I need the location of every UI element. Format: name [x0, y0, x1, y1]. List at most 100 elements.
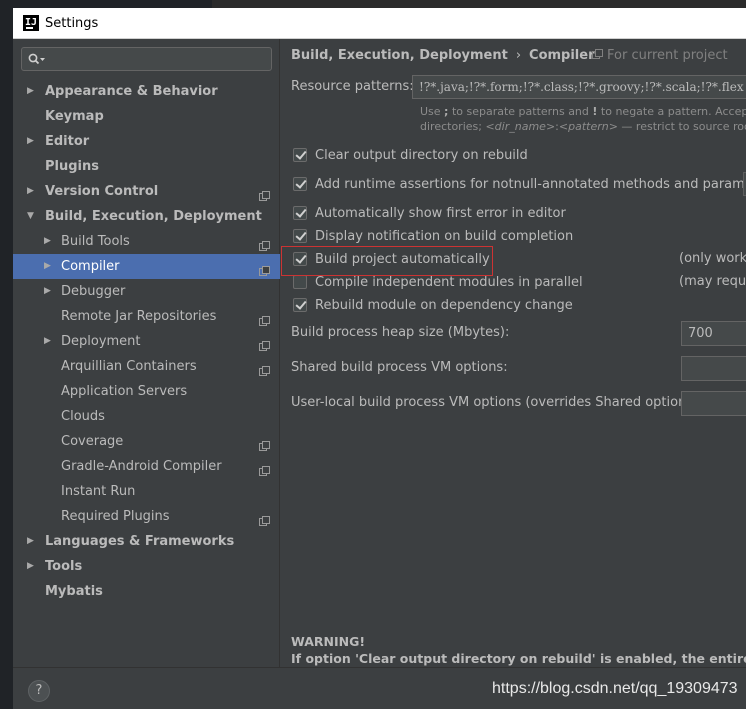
warning-title: WARNING!: [291, 634, 366, 649]
checkbox-row[interactable]: Automatically show first error in editor: [293, 203, 566, 223]
chevron-right-icon[interactable]: ▶: [27, 79, 37, 104]
chevron-right-icon[interactable]: ▶: [27, 554, 37, 579]
checkbox-label: Display notification on build completion: [315, 228, 574, 244]
tree-item-label: Appearance & Behavior: [45, 84, 218, 99]
settings-tree: ▶ Appearance & Behavior Keymap ▶ Editor Plugi…: [13, 79, 280, 604]
checkbox-checked[interactable]: [293, 206, 307, 220]
resource-patterns-label: Resource patterns:: [291, 79, 414, 94]
checkbox-note: (only works while not running / debuggin…: [679, 251, 746, 266]
watermark-text: https://blog.csdn.net/qq_19309473: [492, 680, 738, 697]
tree-item-remote-jar-repositories[interactable]: Remote Jar Repositories: [13, 304, 280, 329]
tree-item-label: Build Tools: [61, 234, 130, 249]
tree-item-label: Required Plugins: [61, 509, 170, 524]
checkbox-checked[interactable]: [293, 148, 307, 162]
checkbox-unchecked[interactable]: [293, 275, 307, 289]
tree-item-build-execution-deployment[interactable]: ▼ Build, Execution, Deployment: [13, 204, 280, 229]
checkbox-label: Add runtime assertions for notnull-annot…: [315, 176, 746, 192]
scope-text: For current project: [607, 48, 728, 63]
tree-item-label: Tools: [45, 559, 83, 574]
tree-item-build-tools[interactable]: ▶ Build Tools: [13, 229, 280, 254]
chevron-right-icon[interactable]: ▶: [44, 254, 54, 279]
checkbox-row[interactable]: Clear output directory on rebuild: [293, 145, 528, 165]
tree-item-label: Build, Execution, Deployment: [45, 209, 262, 224]
checkbox-checked[interactable]: [293, 229, 307, 243]
tree-item-instant-run[interactable]: Instant Run: [13, 479, 280, 504]
tree-item-version-control[interactable]: ▶ Version Control: [13, 179, 280, 204]
tree-item-label: Instant Run: [61, 484, 136, 499]
breadcrumb-current: Compiler: [529, 48, 595, 63]
warning-text: If option 'Clear output directory on reb…: [291, 651, 746, 666]
breadcrumb: Build, Execution, Deployment › Compiler: [291, 48, 595, 66]
resource-patterns-input[interactable]: !?*.java;!?*.form;!?*.class;!?*.groovy;!…: [412, 75, 746, 99]
checkbox-row[interactable]: Rebuild module on dependency change: [293, 295, 573, 315]
chevron-right-icon[interactable]: ▶: [27, 179, 37, 204]
chevron-right-icon[interactable]: ▶: [44, 279, 54, 304]
help-button[interactable]: ?: [28, 680, 50, 702]
tree-item-label: Clouds: [61, 409, 105, 424]
tree-item-label: Gradle-Android Compiler: [61, 459, 222, 474]
tree-item-arquillian-containers[interactable]: Arquillian Containers: [13, 354, 280, 379]
tree-item-label: Remote Jar Repositories: [61, 309, 217, 324]
tree-item-label: Keymap: [45, 109, 104, 124]
checkbox-row[interactable]: Display notification on build completion: [293, 226, 573, 246]
breadcrumb-separator: ›: [515, 48, 522, 63]
tree-item-plugins[interactable]: Plugins: [13, 154, 280, 179]
chevron-right-icon[interactable]: ▶: [44, 229, 54, 254]
tree-item-coverage[interactable]: Coverage: [13, 429, 280, 454]
window-title: Settings: [45, 15, 99, 31]
user-vm-options-input[interactable]: [681, 391, 746, 416]
checkbox-note: (may require larger heap size): [679, 274, 746, 289]
user-vm-options-label: User-local build process VM options (ove…: [291, 395, 703, 410]
title-bar[interactable]: IJ Settings: [13, 8, 746, 39]
heap-size-input[interactable]: 700: [681, 321, 746, 346]
chevron-down-icon[interactable]: ▼: [27, 204, 37, 229]
shared-vm-options-input[interactable]: [681, 356, 746, 381]
checkbox-row[interactable]: Add runtime assertions for notnull-annot…: [293, 174, 746, 194]
chevron-right-icon[interactable]: ▶: [27, 129, 37, 154]
compiler-panel: Build, Execution, Deployment › Compiler Fo…: [281, 39, 746, 667]
tree-item-label: Debugger: [61, 284, 126, 299]
settings-sidebar: ▶ Appearance & Behavior Keymap ▶ Editor Plugi…: [13, 39, 280, 667]
breadcrumb-parent: Build, Execution, Deployment: [291, 48, 508, 63]
search-icon: [28, 53, 45, 65]
search-input[interactable]: [21, 47, 272, 71]
tree-item-label: Compiler: [61, 259, 120, 274]
checkbox-label: Rebuild module on dependency change: [315, 297, 573, 313]
tree-item-label: Plugins: [45, 159, 99, 174]
chevron-right-icon[interactable]: ▶: [44, 329, 54, 354]
chevron-right-icon[interactable]: ▶: [27, 529, 37, 554]
intellij-icon: IJ: [23, 15, 39, 31]
tree-item-keymap[interactable]: Keymap: [13, 104, 280, 129]
checkbox-label: Clear output directory on rebuild: [315, 147, 528, 163]
tree-item-deployment[interactable]: ▶ Deployment: [13, 329, 280, 354]
desktop-left-strip: [0, 8, 13, 709]
tree-item-compiler[interactable]: ▶ Compiler: [13, 254, 280, 279]
checkbox-checked[interactable]: [293, 177, 307, 191]
checkbox-checked[interactable]: [293, 298, 307, 312]
tree-item-clouds[interactable]: Clouds: [13, 404, 280, 429]
annotation-highlight-box: [281, 246, 493, 276]
heap-size-label: Build process heap size (Mbytes):: [291, 325, 510, 340]
desktop-strip-segment: [212, 0, 746, 8]
shared-vm-options-label: Shared build process VM options:: [291, 360, 508, 375]
tree-item-label: Application Servers: [61, 384, 188, 399]
tree-item-required-plugins[interactable]: Required Plugins: [13, 504, 280, 529]
tree-item-application-servers[interactable]: Application Servers: [13, 379, 280, 404]
bottom-bar: ? https://blog.csdn.net/qq_19309473: [13, 667, 746, 709]
desktop-strip: [0, 0, 746, 8]
tree-item-languages-frameworks[interactable]: ▶ Languages & Frameworks: [13, 529, 280, 554]
tree-item-label: Arquillian Containers: [61, 359, 197, 374]
tree-item-tools[interactable]: ▶ Tools: [13, 554, 280, 579]
tree-item-label: Coverage: [61, 434, 124, 449]
tree-item-editor[interactable]: ▶ Editor: [13, 129, 280, 154]
checkbox-label: Compile independent modules in parallel: [315, 274, 583, 290]
tree-item-label: Deployment: [61, 334, 141, 349]
tree-item-gradle-android-compiler[interactable]: Gradle-Android Compiler: [13, 454, 280, 479]
tree-item-mybatis[interactable]: Mybatis: [13, 579, 280, 604]
tree-item-appearance-behavior[interactable]: ▶ Appearance & Behavior: [13, 79, 280, 104]
resource-patterns-hint: Use ; to separate patterns and ! to nega…: [420, 105, 746, 133]
settings-window: IJ Settings ▶ Appearance & Behavior Keymap…: [13, 8, 746, 709]
tree-item-label: Version Control: [45, 184, 159, 199]
tree-item-label: Languages & Frameworks: [45, 534, 235, 549]
tree-item-debugger[interactable]: ▶ Debugger: [13, 279, 280, 304]
